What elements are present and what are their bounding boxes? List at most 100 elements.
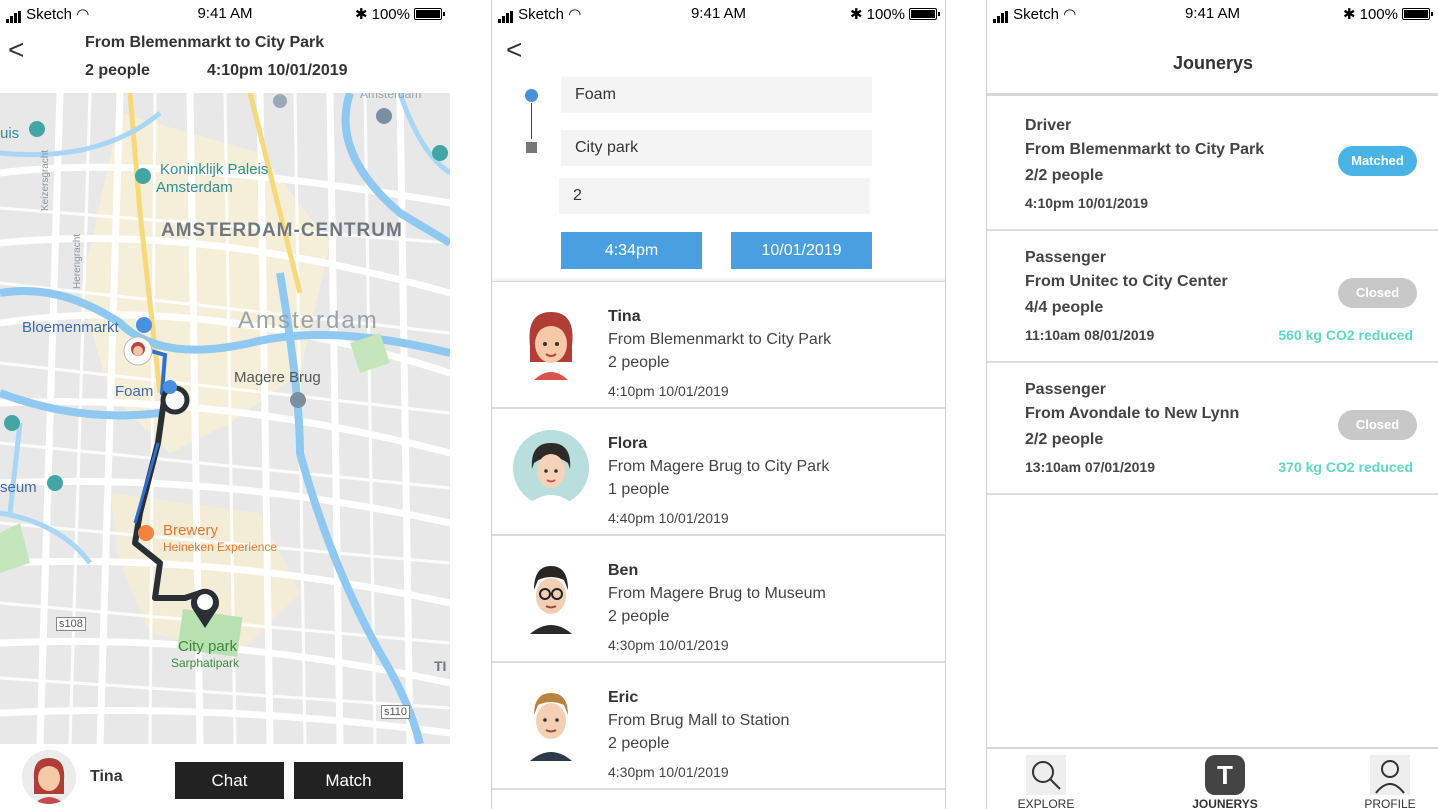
map-label-museum: seum — [0, 479, 37, 496]
tab-bar: EXPLORE T JOUNERYS PROFILE — [987, 747, 1438, 809]
map-label-herengracht: Herengracht — [72, 233, 83, 289]
avatar — [512, 302, 590, 380]
rider-time: 4:30pm 10/01/2019 — [608, 764, 729, 780]
rider-route: From Magere Brug to Museum — [608, 585, 826, 602]
eric-avatar-image — [530, 693, 572, 761]
driver-avatar-image — [22, 750, 76, 804]
destination-square-icon — [526, 142, 537, 153]
origin-dot-icon — [525, 89, 538, 102]
search-results-screen: Sketch ◠ 9:41 AM ✱ 100% < Foam City park… — [491, 0, 946, 809]
rider-route: From Brug Mall to Station — [608, 712, 790, 729]
search-icon — [1026, 755, 1066, 795]
journeys-screen: Sketch ◠ 9:41 AM ✱ 100% Jounerys Driver … — [986, 0, 1438, 809]
flora-avatar-image — [513, 430, 589, 507]
battery-icon — [909, 8, 940, 20]
battery-icon — [414, 8, 445, 20]
list-item[interactable]: Ben From Magere Brug to Museum 2 people … — [492, 536, 945, 663]
map-label-ti: TI — [434, 658, 447, 674]
tab-explore[interactable]: EXPLORE — [1001, 755, 1091, 809]
journey-people: 2/2 people — [1025, 431, 1104, 448]
co2-reduced: 560 kg CO2 reduced — [1278, 327, 1413, 343]
map-label-heineken: Heineken Experience — [163, 540, 278, 554]
results-list: Tina From Blemenmarkt to City Park 2 peo… — [492, 281, 945, 790]
journey-role: Driver — [1025, 117, 1072, 134]
driver-name: Tina — [90, 768, 123, 785]
header: Jounerys — [987, 26, 1438, 96]
map-label-koninklijk: Koninklijk Paleis — [160, 161, 269, 178]
map-label-s108: s108 — [56, 617, 86, 631]
bluetooth-icon: ✱ — [1343, 6, 1356, 23]
page-title: Jounerys — [1172, 53, 1254, 73]
journey-card[interactable]: Driver From Blemenmarkt to City Park 2/2… — [987, 99, 1438, 231]
battery-status: ✱ 100% — [1343, 5, 1433, 23]
back-button[interactable]: < — [8, 34, 24, 66]
origin-input[interactable]: Foam — [561, 77, 872, 113]
rider-name: Flora — [608, 435, 648, 452]
route-detail-screen: Sketch ◠ 9:41 AM ✱ 100% < From Blemenmar… — [0, 0, 450, 809]
time-picker-button[interactable]: 4:34pm — [561, 232, 702, 269]
people-count: 2 people — [85, 62, 150, 79]
rider-name: Tina — [608, 308, 641, 325]
tab-profile[interactable]: PROFILE — [1345, 755, 1435, 809]
list-item[interactable]: Tina From Blemenmarkt to City Park 2 peo… — [492, 282, 945, 409]
map-label-brewery: Brewery — [163, 522, 219, 539]
map-label-sarphati: Sarphatipark — [171, 656, 240, 670]
ben-avatar-image — [530, 566, 572, 634]
battery-status: ✱ 100% — [850, 5, 940, 23]
rider-people: 2 people — [608, 735, 670, 752]
battery-status: ✱ 100% — [355, 5, 445, 23]
journey-route: From Blemenmarkt to City Park — [1025, 141, 1265, 158]
tab-explore-label: EXPLORE — [1017, 797, 1075, 809]
tina-avatar-image — [529, 312, 573, 380]
avatar — [512, 556, 590, 634]
journey-people: 4/4 people — [1025, 299, 1104, 316]
list-item[interactable]: Flora From Magere Brug to City Park 1 pe… — [492, 409, 945, 536]
map-label-amsterdam-top: Amsterdam — [360, 93, 422, 101]
page-title: From Blemenmarkt to City Park — [85, 34, 325, 51]
destination-input[interactable]: City park — [561, 130, 872, 166]
map-label-uis: uis — [0, 125, 20, 142]
route-map[interactable]: Koninklijk Paleis Amsterdam AMSTERDAM-CE… — [0, 93, 450, 744]
rider-people: 2 people — [608, 608, 670, 625]
rider-time: 4:30pm 10/01/2019 — [608, 637, 729, 653]
status-bar: Sketch ◠ 9:41 AM ✱ 100% — [0, 0, 450, 26]
map-label-centrum: AMSTERDAM-CENTRUM — [161, 220, 403, 241]
journey-role: Passenger — [1025, 249, 1106, 266]
passengers-input[interactable]: 2 — [559, 178, 870, 214]
tab-jounerys-label: JOUNERYS — [1192, 797, 1258, 809]
chat-button[interactable]: Chat — [175, 762, 284, 799]
date-picker-button[interactable]: 10/01/2019 — [731, 232, 872, 269]
rider-route: From Magere Brug to City Park — [608, 458, 830, 475]
rider-people: 1 people — [608, 481, 670, 498]
journey-datetime: 13:10am 07/01/2019 — [1025, 459, 1155, 475]
bluetooth-icon: ✱ — [850, 6, 863, 23]
map-label-amsterdam: Amsterdam — [238, 307, 379, 334]
map-label-foam: Foam — [115, 383, 154, 400]
rider-name: Ben — [608, 562, 639, 579]
avatar[interactable] — [22, 750, 76, 804]
map-label-citypark: City park — [178, 638, 238, 655]
journey-people: 2/2 people — [1025, 167, 1104, 184]
rider-name: Eric — [608, 689, 639, 706]
match-button[interactable]: Match — [294, 762, 403, 799]
map-label-magere: Magere Brug — [234, 369, 321, 386]
map-label-amsterdam-small: Amsterdam — [156, 179, 233, 196]
journey-card[interactable]: Passenger From Unitec to City Center 4/4… — [987, 231, 1438, 363]
trip-datetime: 4:10pm 10/01/2019 — [207, 62, 348, 79]
avatar — [512, 683, 590, 761]
status-badge: Matched — [1338, 146, 1417, 176]
status-badge: Closed — [1338, 278, 1417, 308]
match-bar: Tina Chat Match — [0, 744, 450, 809]
status-badge: Closed — [1338, 410, 1417, 440]
journey-role: Passenger — [1025, 381, 1106, 398]
journey-card[interactable]: Passenger From Avondale to New Lynn 2/2 … — [987, 363, 1438, 495]
back-button[interactable]: < — [506, 34, 522, 66]
route-connector — [531, 103, 532, 139]
battery-icon — [1402, 8, 1433, 20]
journey-datetime: 11:10am 08/01/2019 — [1025, 327, 1155, 343]
journey-datetime: 4:10pm 10/01/2019 — [1025, 195, 1148, 211]
list-item[interactable]: Eric From Brug Mall to Station 2 people … — [492, 663, 945, 790]
co2-reduced: 370 kg CO2 reduced — [1278, 459, 1413, 475]
rider-time: 4:10pm 10/01/2019 — [608, 383, 729, 399]
tab-jounerys[interactable]: T JOUNERYS — [1180, 755, 1270, 809]
